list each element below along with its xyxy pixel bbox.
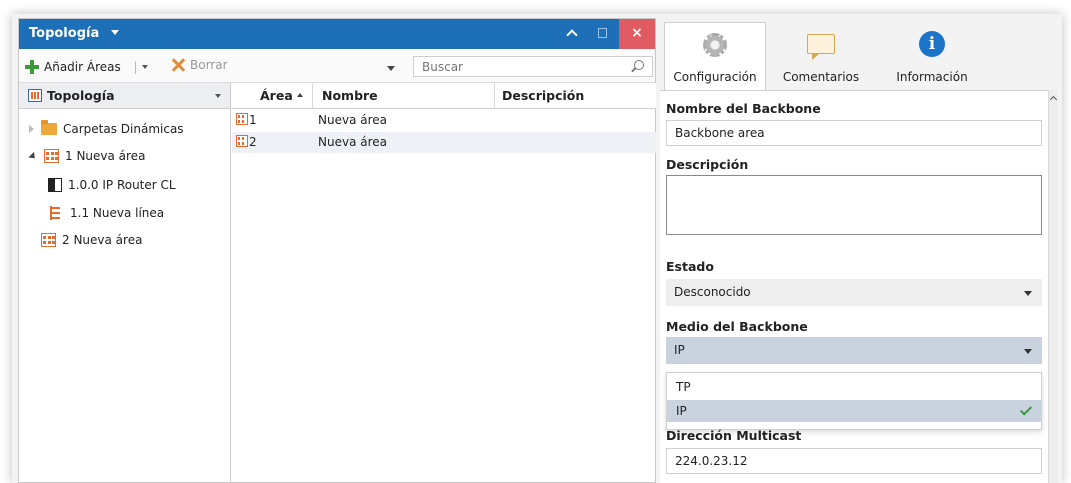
state-value: Desconocido — [674, 285, 751, 299]
tab-label: Comentarios — [782, 70, 860, 84]
tree-header-label: Topología — [47, 88, 115, 103]
window-title[interactable]: Topología — [29, 26, 99, 41]
check-icon — [1019, 403, 1033, 416]
close-button[interactable]: × — [619, 19, 655, 49]
multicast-address-label: Dirección Multicast — [666, 428, 802, 443]
add-options-dropdown-icon[interactable] — [142, 65, 148, 69]
column-header-nombre[interactable]: Nombre — [322, 88, 378, 103]
state-label: Estado — [666, 259, 714, 274]
tree-item-ip-router[interactable]: 1.0.0 IP Router CL — [48, 175, 176, 195]
properties-panel: Configuración Comentarios i Información … — [660, 18, 1058, 483]
restore-button[interactable] — [587, 19, 617, 49]
tree-item-label: 1.0.0 IP Router CL — [68, 178, 176, 192]
table-row[interactable]: 2 Nueva área — [232, 132, 656, 153]
tree-item-line-1-1[interactable]: 1.1 Nueva línea — [50, 203, 164, 223]
chevron-down-icon — [1024, 349, 1032, 354]
area-icon — [236, 113, 248, 125]
scroll-up-icon[interactable] — [1049, 95, 1058, 104]
router-icon — [48, 178, 62, 192]
tree-item-area-1[interactable]: 1 Nueva área — [28, 146, 146, 166]
configuration-form: Nombre del Backbone Backbone area Descri… — [660, 90, 1048, 483]
title-bar: Topología × — [19, 19, 655, 49]
comment-icon — [807, 34, 835, 60]
column-divider[interactable] — [494, 83, 495, 109]
chevron-down-icon — [1024, 291, 1032, 296]
tab-label: Configuración — [673, 70, 757, 84]
delete-label: Borrar — [190, 58, 228, 72]
collapse-icon[interactable] — [28, 151, 38, 161]
topology-tree: Topología Carpetas Dinámicas 1 Nueva áre… — [19, 83, 231, 483]
expand-icon[interactable] — [29, 125, 34, 133]
search-box — [413, 56, 653, 77]
option-label: IP — [676, 404, 687, 418]
area-icon — [236, 135, 248, 147]
tree-item-label: 1 Nueva área — [65, 149, 146, 163]
add-areas-button[interactable]: Añadir Áreas — [25, 58, 121, 76]
tab-comentarios[interactable]: Comentarios — [770, 22, 872, 90]
backbone-medium-value: IP — [674, 343, 685, 357]
info-icon: i — [919, 31, 945, 57]
state-select[interactable]: Desconocido — [666, 279, 1042, 306]
cell-nombre: Nueva área — [318, 135, 387, 149]
toolbar: Añadir Áreas Borrar — [19, 49, 655, 83]
tab-informacion[interactable]: i Información — [876, 22, 988, 90]
tree-header[interactable]: Topología — [19, 83, 230, 109]
collapse-button[interactable] — [557, 19, 587, 49]
multicast-address-field[interactable]: 224.0.23.12 — [666, 448, 1042, 474]
folder-icon — [41, 120, 57, 135]
filter-dropdown-icon[interactable] — [387, 66, 395, 71]
tree-header-dropdown-icon[interactable] — [215, 94, 221, 98]
backbone-name-label: Nombre del Backbone — [666, 101, 821, 116]
tree-item-area-2[interactable]: 2 Nueva área — [41, 230, 142, 250]
dropdown-option-ip[interactable]: IP — [667, 400, 1041, 422]
cell-nombre: Nueva área — [318, 113, 387, 127]
table-header: Área Nombre Descripción — [232, 83, 656, 109]
column-header-label: Área — [260, 88, 293, 103]
description-label: Descripción — [666, 157, 749, 172]
table-row[interactable]: 1 Nueva área — [232, 110, 656, 131]
column-header-descripcion[interactable]: Descripción — [502, 88, 584, 103]
sort-ascending-icon — [296, 93, 303, 97]
tree-item-label: 2 Nueva área — [62, 233, 143, 247]
search-icon[interactable] — [634, 60, 644, 70]
scrollbar[interactable] — [1048, 90, 1058, 483]
backbone-medium-label: Medio del Backbone — [666, 319, 808, 334]
chevron-up-icon — [566, 29, 578, 41]
area-icon — [44, 149, 59, 163]
search-input[interactable] — [414, 57, 614, 76]
tab-label: Información — [896, 70, 968, 84]
tree-item-dynamic-folders[interactable]: Carpetas Dinámicas — [29, 119, 184, 139]
topology-window: Topología × Añadir Áreas Borrar Topologí… — [18, 18, 656, 483]
properties-tabs: Configuración Comentarios i Información — [660, 18, 1058, 90]
column-divider[interactable] — [312, 83, 313, 109]
plus-icon — [25, 60, 39, 74]
tree-item-label: Carpetas Dinámicas — [63, 122, 184, 136]
close-icon: × — [631, 25, 643, 41]
areas-table: Área Nombre Descripción 1 Nueva área 2 N… — [232, 83, 656, 483]
toolbar-divider — [135, 61, 136, 74]
topology-icon — [28, 89, 42, 102]
add-areas-label: Añadir Áreas — [44, 60, 121, 74]
tab-configuracion[interactable]: Configuración — [664, 22, 766, 90]
gear-icon — [703, 33, 727, 57]
restore-icon — [598, 28, 607, 38]
description-field[interactable] — [666, 175, 1042, 235]
cell-area: 1 — [249, 113, 257, 127]
backbone-medium-dropdown: TP IP — [666, 372, 1042, 430]
column-header-area[interactable]: Área — [260, 88, 303, 103]
area-icon — [41, 233, 56, 247]
backbone-medium-select[interactable]: IP — [666, 337, 1042, 364]
title-dropdown-icon[interactable] — [111, 30, 119, 35]
delete-button[interactable]: Borrar — [171, 58, 228, 72]
delete-icon — [171, 58, 185, 72]
dropdown-option-tp[interactable]: TP — [667, 376, 1041, 398]
cell-area: 2 — [249, 135, 257, 149]
tree-item-label: 1.1 Nueva línea — [70, 206, 165, 220]
line-icon — [50, 206, 62, 220]
backbone-name-field[interactable]: Backbone area — [666, 120, 1042, 146]
